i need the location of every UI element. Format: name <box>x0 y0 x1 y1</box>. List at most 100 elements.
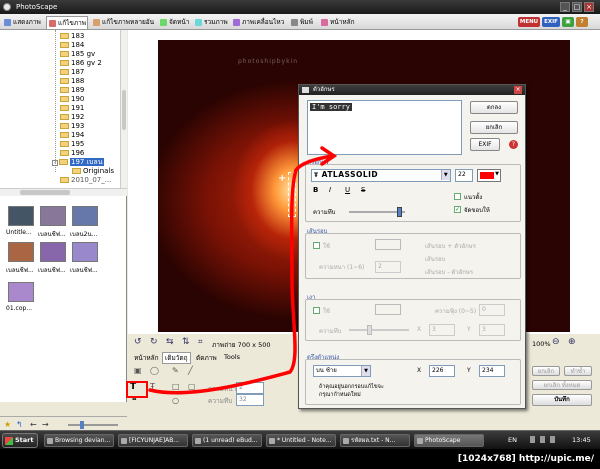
menu-button[interactable]: MENU <box>518 17 540 27</box>
tree-item-expanded[interactable]: -197 เบลน <box>52 158 104 167</box>
tree-item[interactable]: 193 <box>60 122 84 131</box>
pos-x-input[interactable]: 226 <box>429 365 455 377</box>
tree-item[interactable]: 184 <box>60 41 84 50</box>
tree-item[interactable]: 194 <box>60 131 84 140</box>
tab-print[interactable]: พิมพ์ <box>289 16 317 29</box>
star-icon[interactable]: ★ <box>4 420 11 429</box>
scroll-thumb[interactable] <box>122 90 126 130</box>
tab-home-tools[interactable]: หน้าหลัก <box>132 353 161 363</box>
folder-tree[interactable]: 183 184 185 gv 186 gv 2 187 188 189 190 … <box>0 30 120 188</box>
tray-icon[interactable] <box>550 436 555 443</box>
undo-button[interactable]: ยกเลิก <box>532 366 560 376</box>
taskbar-item[interactable]: (1 unread) eBud... <box>192 434 262 447</box>
tree-item[interactable]: 188 <box>60 77 84 86</box>
tab-batch-editor[interactable]: แก้ไขภาพหลายอัน <box>91 16 155 29</box>
photo-icon[interactable]: ▣ <box>134 366 142 375</box>
shadow-use-checkbox[interactable] <box>313 307 320 314</box>
tray-icon[interactable] <box>530 436 535 443</box>
maximize-button[interactable]: □ <box>572 2 582 12</box>
tree-item[interactable]: 192 <box>60 113 84 122</box>
tree-item[interactable]: 189 <box>60 86 84 95</box>
forward-icon[interactable]: → <box>42 420 49 429</box>
window-mode-button[interactable]: ▣ <box>562 17 574 27</box>
tab-viewer[interactable]: แสดงภาพ <box>2 16 42 29</box>
speech-balloon-icon[interactable]: ◯ <box>150 366 159 375</box>
shadow-y-stepper[interactable]: 3 <box>479 324 505 336</box>
tree-item[interactable]: 186 gv 2 <box>60 59 102 68</box>
tree-item[interactable]: 187 <box>60 68 84 77</box>
zoom-in-icon[interactable]: ⊕ <box>568 337 576 347</box>
strike-button[interactable]: S <box>361 186 365 194</box>
slider-thumb[interactable] <box>367 325 372 335</box>
tree-subitem[interactable]: Originals <box>72 167 114 176</box>
folder-up-icon[interactable]: ↰ <box>16 420 23 429</box>
zoom-out-icon[interactable]: ⊖ <box>552 337 560 347</box>
thumbnail[interactable] <box>72 206 98 226</box>
outline-option-2[interactable]: เส้นรอบ <box>425 254 445 264</box>
help-icon[interactable]: ? <box>509 140 518 149</box>
start-button[interactable]: Start <box>2 433 38 448</box>
tree-item[interactable]: 190 <box>60 95 84 104</box>
slider-thumb[interactable] <box>397 207 402 217</box>
outline-thickness-stepper[interactable]: 2 <box>375 261 401 273</box>
exif-button[interactable]: EXIF <box>542 17 560 27</box>
taskbar-item[interactable]: รหัสผล.txt - N... <box>340 434 410 447</box>
tree-item[interactable]: 185 gv <box>60 50 95 59</box>
shadow-x-stepper[interactable]: 3 <box>429 324 455 336</box>
rotate-left-icon[interactable]: ↺ <box>134 337 142 347</box>
taskbar-item-active[interactable]: PhotoScape <box>414 434 484 447</box>
back-icon[interactable]: ← <box>30 420 37 429</box>
tab-combine[interactable]: รวมภาพ <box>193 16 229 29</box>
tree-item[interactable]: 183 <box>60 32 84 41</box>
tab-editor[interactable]: แก้ไขภาพ <box>46 16 88 29</box>
tab-object[interactable]: เติมวัตถุ <box>162 352 191 364</box>
line-icon[interactable]: ╱ <box>188 366 193 375</box>
tree-item[interactable]: 196 <box>60 149 84 158</box>
bold-button[interactable]: B <box>313 186 318 194</box>
shadow-color-picker[interactable] <box>375 304 401 315</box>
thumbnail[interactable] <box>8 242 34 262</box>
thumbnail[interactable] <box>72 242 98 262</box>
text-opacity-slider[interactable] <box>349 207 405 217</box>
font-size-select[interactable]: 22 <box>455 169 473 182</box>
tab-tools[interactable]: Tools <box>222 353 242 361</box>
color-picker[interactable]: ▼ <box>477 169 501 182</box>
shadow-opacity-slider[interactable] <box>349 325 409 335</box>
redo-button[interactable]: ทำซ้ำ <box>564 366 592 376</box>
rectangle-icon[interactable]: □ <box>172 382 180 391</box>
thumbnail[interactable] <box>8 206 34 226</box>
minimize-button[interactable]: _ <box>560 2 570 12</box>
outline-use-checkbox[interactable] <box>313 242 320 249</box>
undo-all-button[interactable]: ยกเลิก ทั้งหมด <box>532 380 592 390</box>
help-button[interactable]: ? <box>576 17 588 27</box>
vertical-checkbox[interactable] <box>454 193 461 200</box>
font-select[interactable]: Ŧ ATLASSOLID ▼ <box>311 169 451 182</box>
hscroll-thumb[interactable] <box>20 190 70 195</box>
close-button[interactable]: × <box>584 2 594 12</box>
slider-thumb[interactable] <box>80 421 84 429</box>
tree-item[interactable]: 195 <box>60 140 84 149</box>
magic-icon[interactable]: ✎ <box>172 366 179 375</box>
tree-horizontal-scrollbar[interactable] <box>0 188 127 196</box>
pos-y-input[interactable]: 234 <box>479 365 505 377</box>
tree-item[interactable]: 2010_07_... <box>60 176 111 185</box>
outline-option-3[interactable]: เส้นรอบ - ตัวอักษร <box>425 267 473 277</box>
tree-item[interactable]: 191 <box>60 104 84 113</box>
exif-insert-button[interactable]: EXIF <box>470 138 500 151</box>
tab-page[interactable]: จัดหน้า <box>158 16 192 29</box>
tab-crop[interactable]: ตัดภาพ <box>194 353 219 363</box>
position-anchor-select[interactable]: บน ซ้าย ▼ <box>313 365 371 377</box>
outline-option-1[interactable]: เส้นรอบ + ตัวอักษร <box>425 241 476 251</box>
dialog-close-button[interactable]: × <box>514 86 522 94</box>
antialias-checkbox[interactable]: ✓ <box>454 206 461 213</box>
cancel-button[interactable]: ยกเลิก <box>470 121 518 134</box>
tab-home[interactable]: หน้าหลัก <box>319 16 359 29</box>
thumbnail[interactable] <box>8 282 34 302</box>
flip-vertical-icon[interactable]: ⇅ <box>182 337 190 347</box>
circle-icon[interactable]: ○ <box>172 396 179 405</box>
thumb-size-slider[interactable] <box>68 421 118 429</box>
italic-button[interactable]: I <box>329 186 331 194</box>
tab-animated-gif[interactable]: ภาพเคลื่อนไหว <box>231 16 287 29</box>
tree-scrollbar[interactable] <box>120 30 127 188</box>
text-input[interactable]: I'm sorry <box>307 100 462 155</box>
